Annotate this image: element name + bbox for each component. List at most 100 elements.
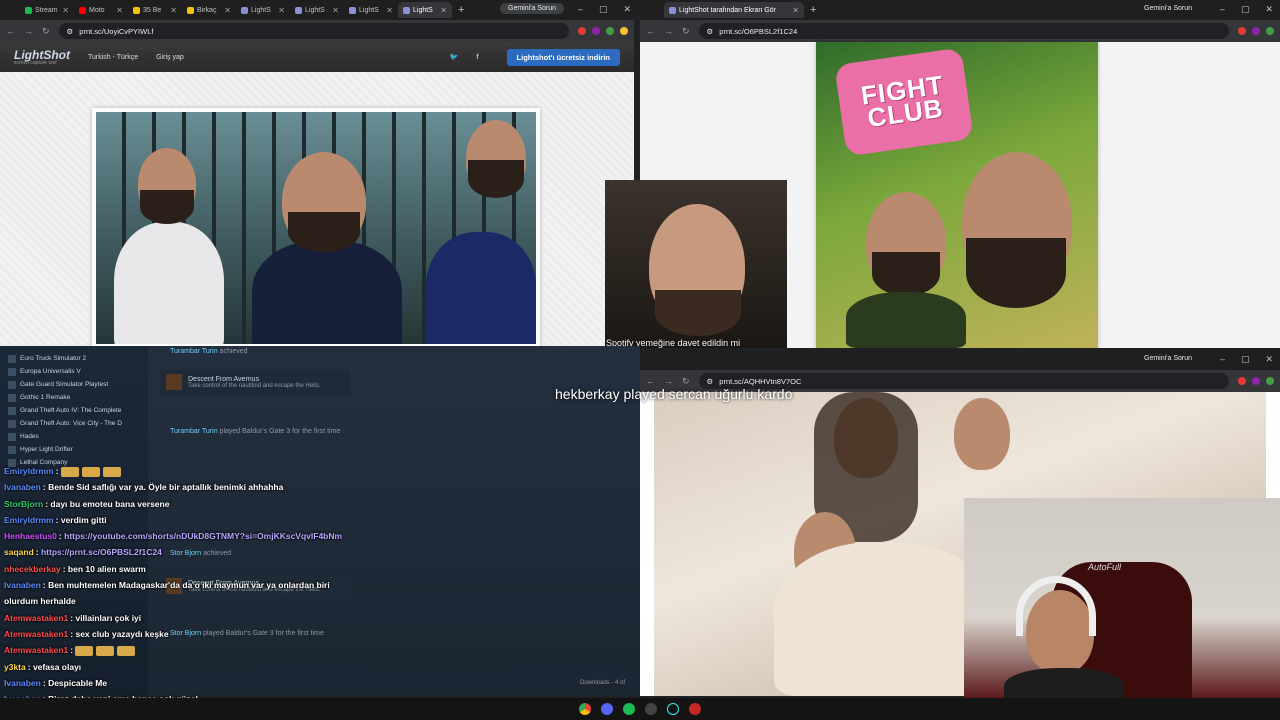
close-icon[interactable]: ✕ [170,6,177,15]
maximize-icon[interactable]: ▢ [1241,354,1250,365]
minimize-icon[interactable]: – [1220,354,1225,365]
extension-icon[interactable] [1252,27,1260,35]
tab-3[interactable]: Birkaç ✕ [182,2,236,18]
game-item[interactable]: Gothic 1 Remake [8,391,138,404]
chrome-icon[interactable] [579,703,591,715]
login-link[interactable]: Giriş yap [156,54,184,61]
chat-username[interactable]: y3kta [4,662,26,672]
game-item[interactable]: Gate Guard Simulator Playtest [8,378,138,391]
close-icon[interactable]: ✕ [224,6,231,15]
reload-icon[interactable]: ↻ [682,26,690,37]
close-icon[interactable]: ✕ [332,6,339,15]
close-window-icon[interactable]: ✕ [624,4,632,15]
tab-1[interactable]: Moto ✕ [74,2,128,18]
extension-icon[interactable] [1266,377,1274,385]
lightshot-logo[interactable]: LightShot screen capture tool [14,49,70,66]
back-icon[interactable]: ← [6,26,15,36]
extension-icon[interactable] [1252,377,1260,385]
tab-5[interactable]: LightS ✕ [290,2,344,18]
reload-icon[interactable]: ↻ [42,26,50,37]
maximize-icon[interactable]: ▢ [599,4,608,15]
close-icon[interactable]: ✕ [116,6,123,15]
tiktok-icon[interactable] [667,703,679,715]
chat-link[interactable]: https://youtube.com/shorts/nDUkD8GTNMY?s… [64,531,342,541]
chat-username[interactable]: Emiryldrmm [4,466,54,476]
tab-4[interactable]: LightS ✕ [236,2,290,18]
forward-icon[interactable]: → [664,26,673,36]
game-item[interactable]: Grand Theft Auto IV: The Complete [8,404,138,417]
chat-message: Emiryldrmm: [4,463,344,479]
site-info-icon[interactable]: ⚙ [707,27,714,36]
spotify-icon[interactable] [623,703,635,715]
activity-user[interactable]: Turambar Turin [170,428,218,435]
download-lightshot-button[interactable]: Lightshot'ı ücretsiz indirin [506,48,620,66]
url-field[interactable]: ⚙ prnt.sc/UoyiCvPYIWLf [58,23,569,39]
new-tab-icon[interactable]: + [458,4,464,16]
game-item[interactable]: Europa Universalis V [8,365,138,378]
extension-icon[interactable] [1266,27,1274,35]
app-icon[interactable] [689,703,701,715]
back-icon[interactable]: ← [646,26,655,36]
chat-username[interactable]: saqand [4,547,34,557]
achievement-card[interactable]: Descent From Avernus Take control of the … [160,370,350,394]
chat-username[interactable]: Atemwastaken1 [4,645,68,655]
extension-icon[interactable] [620,27,628,35]
maximize-icon[interactable]: ▢ [1241,4,1250,15]
reload-icon[interactable]: ↻ [682,376,690,387]
chat-link[interactable]: https://prnt.sc/O6PBSL2f1C24 [41,547,162,557]
chat-username[interactable]: nhecekberkay [4,564,61,574]
close-icon[interactable]: ✕ [386,6,393,15]
minimize-icon[interactable]: – [578,4,583,15]
url-field[interactable]: ⚙ prnt.sc/O6PBSL2f1C24 [698,23,1229,39]
chat-username[interactable]: Atemwastaken1 [4,629,68,639]
close-window-icon[interactable]: ✕ [1266,4,1274,15]
tab-2[interactable]: 35 Be ✕ [128,2,182,18]
extension-icon[interactable] [606,27,614,35]
chat-username[interactable]: Emiryldrmm [4,515,54,525]
gemini-button[interactable]: Gemini'a Sorun [500,3,565,14]
close-icon[interactable]: ✕ [62,6,69,15]
tab-active[interactable]: LightShot tarafından Ekran Gör ✕ [664,2,804,18]
site-info-icon[interactable]: ⚙ [707,377,714,386]
chat-username[interactable]: Ivanaben [4,580,41,590]
gemini-button[interactable]: Gemini'a Sorun [1136,3,1200,14]
tab-6[interactable]: LightS ✕ [344,2,398,18]
chat-text: Ben muhtemelen Madagaskar'da da o iki ma… [4,580,330,607]
tab-0[interactable]: Stream ✕ [20,2,74,18]
extension-icon[interactable] [592,27,600,35]
chat-username[interactable]: Ivanaben [4,678,41,688]
chat-username[interactable]: Henhaestus0 [4,531,57,541]
chat-username[interactable]: Atemwastaken1 [4,613,68,623]
site-info-icon[interactable]: ⚙ [67,27,74,36]
minimize-icon[interactable]: – [1220,4,1225,15]
close-icon[interactable]: ✕ [440,6,447,15]
facebook-icon[interactable]: f [476,54,478,61]
game-item[interactable]: Grand Theft Auto: Vice City - The D [8,417,138,430]
discord-icon[interactable] [601,703,613,715]
game-item[interactable]: Euro Truck Simulator 2 [8,352,138,365]
activity-user[interactable]: Turambar Turin [170,348,218,355]
obs-icon[interactable] [645,703,657,715]
language-select[interactable]: Turkish - Türkçe [88,54,138,61]
forward-icon[interactable]: → [24,26,33,36]
new-tab-icon[interactable]: + [810,4,816,16]
downloads-status[interactable]: Downloads - 4 of [580,680,625,686]
close-window-icon[interactable]: ✕ [1266,354,1274,365]
twitter-icon[interactable]: 🐦 [449,53,458,61]
extension-icon[interactable] [1238,27,1246,35]
chat-username[interactable]: Ivanaben [4,482,41,492]
extension-icon[interactable] [578,27,586,35]
forward-icon[interactable]: → [664,376,673,386]
close-icon[interactable]: ✕ [278,6,285,15]
chat-username[interactable]: StorBjorn [4,499,43,509]
game-label: Europa Universalis V [20,368,81,375]
gemini-button[interactable]: Gemini'a Sorun [1136,353,1200,364]
game-item[interactable]: Hades [8,430,138,443]
tab-7-active[interactable]: LightS ✕ [398,2,452,18]
back-icon[interactable]: ← [646,376,655,386]
extension-icon[interactable] [1238,377,1246,385]
screenshot-image[interactable] [92,108,540,348]
game-item[interactable]: Hyper Light Drifter [8,443,138,456]
close-icon[interactable]: ✕ [792,6,799,15]
fight-club-image[interactable]: FIGHT CLUB [816,42,1098,348]
